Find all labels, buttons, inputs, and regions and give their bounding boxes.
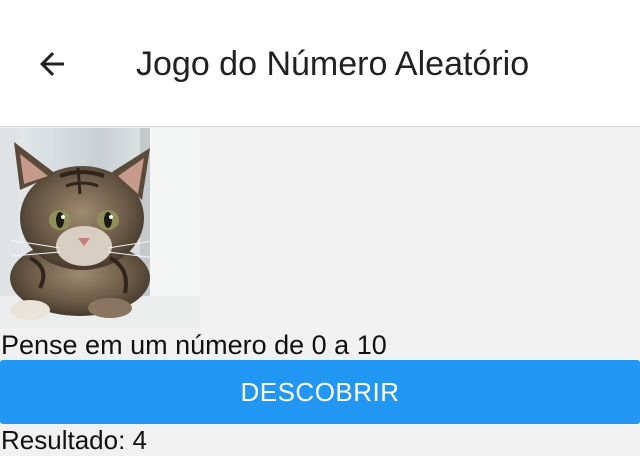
discover-button[interactable]: DESCOBRIR <box>0 360 640 424</box>
app-screen: Jogo do Número Aleatório Pense em um núm… <box>0 0 640 456</box>
arrow-left-icon <box>40 52 64 76</box>
prompt-text: Pense em um número de 0 a 10 <box>1 330 387 360</box>
cat-photo <box>0 128 200 328</box>
result-text: Resultado: 4 <box>1 425 147 455</box>
back-button[interactable] <box>28 40 76 88</box>
app-bar: Jogo do Número Aleatório <box>0 0 640 127</box>
page-title: Jogo do Número Aleatório <box>136 45 530 83</box>
